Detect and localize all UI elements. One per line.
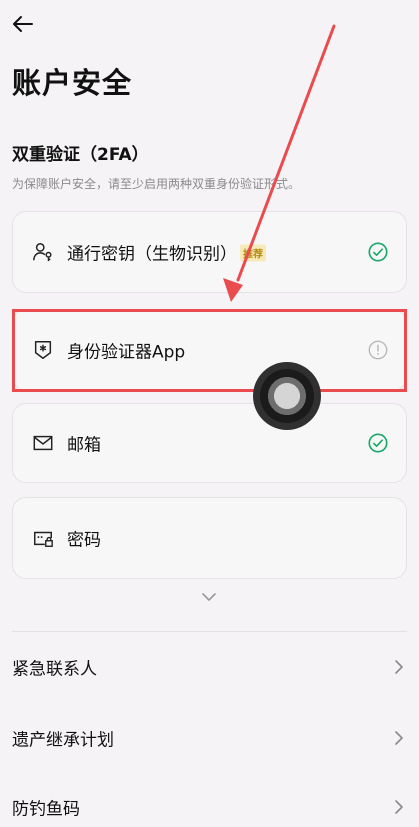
annotation-highlight-box — [12, 309, 407, 392]
settings-row-inheritance-plan[interactable]: 遗产继承计划 — [12, 718, 407, 758]
chevron-right-icon — [395, 660, 403, 674]
passkey-user-icon — [33, 243, 52, 262]
twofa-method-password[interactable]: 密码 — [12, 497, 407, 579]
password-lock-icon — [34, 531, 53, 547]
twofa-section-description: 为保障账户安全，请至少启用两种双重身份验证形式。 — [12, 177, 301, 191]
anti-phishing-code-label: 防钓鱼码 — [12, 799, 80, 820]
passkey-label: 通行密钥（生物识别） — [67, 244, 237, 265]
settings-row-emergency-contact[interactable]: 紧急联系人 — [12, 647, 407, 687]
twofa-section-title: 双重验证（2FA） — [12, 145, 149, 165]
recommended-badge: 推荐 — [240, 244, 266, 262]
chevron-right-icon — [395, 800, 403, 814]
check-circle-icon — [368, 242, 388, 262]
chevron-right-icon — [395, 731, 403, 745]
emergency-contact-label: 紧急联系人 — [12, 659, 97, 680]
settings-row-anti-phishing-code[interactable]: 防钓鱼码 — [12, 787, 407, 827]
page-title: 账户安全 — [12, 66, 133, 100]
back-arrow-icon[interactable] — [11, 12, 35, 36]
chevron-down-icon[interactable] — [200, 590, 218, 604]
password-label: 密码 — [67, 530, 101, 551]
inheritance-plan-label: 遗产继承计划 — [12, 730, 114, 751]
section-divider — [12, 631, 407, 632]
mail-icon — [33, 435, 53, 451]
twofa-method-email[interactable]: 邮箱 — [12, 403, 407, 483]
email-label: 邮箱 — [67, 435, 101, 456]
check-circle-icon — [368, 433, 388, 453]
twofa-method-passkey[interactable]: 通行密钥（生物识别） 推荐 — [12, 211, 407, 293]
touch-indicator — [253, 362, 321, 430]
